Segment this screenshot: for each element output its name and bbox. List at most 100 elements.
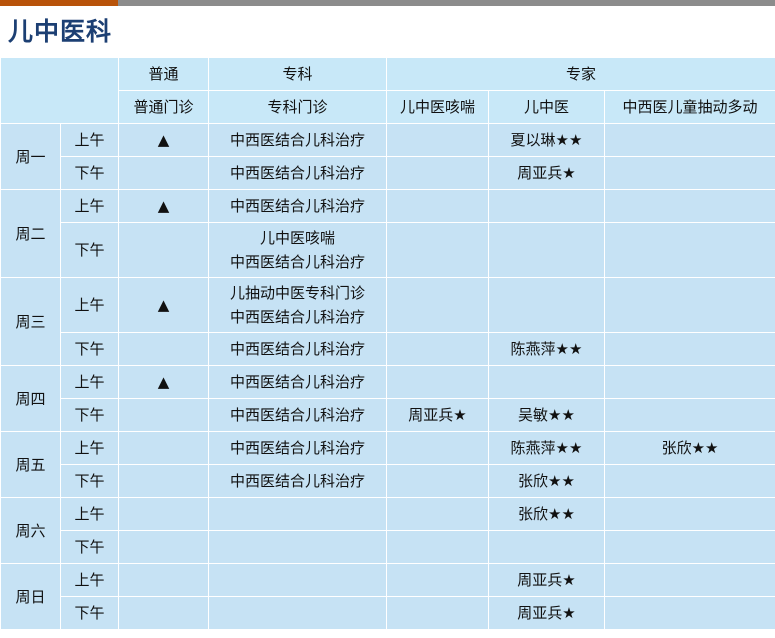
cell-normal — [118, 530, 209, 564]
cell-specialty: 中西医结合儿科治疗 — [208, 156, 387, 190]
slot-label: 下午 — [60, 398, 119, 432]
cell-cough — [386, 222, 489, 278]
cell-normal — [118, 398, 209, 432]
slot-label: 上午 — [60, 277, 119, 333]
cell-cough — [386, 189, 489, 223]
cell-tic — [603, 497, 775, 531]
cell-normal — [118, 222, 209, 278]
cell-tcm — [488, 277, 605, 333]
slot-label: 上午 — [60, 123, 119, 157]
cell-cough — [386, 123, 489, 157]
cell-cough — [386, 563, 489, 597]
cell-tcm — [488, 530, 605, 564]
schedule-row: 周三 上午 ▲ 儿抽动中医专科门诊 中西医结合儿科治疗 — [0, 277, 775, 366]
header-specialty: 专科 — [208, 57, 387, 91]
day-label: 周六 — [0, 497, 61, 564]
day-label: 周一 — [0, 123, 61, 190]
cell-normal: ▲ — [118, 277, 209, 333]
cell-cough — [386, 596, 489, 630]
specialty-line: 中西医结合儿科治疗 — [229, 439, 365, 457]
specialty-line: 中西医结合儿科治疗 — [229, 472, 365, 490]
specialty-line: 中西医结合儿科治疗 — [229, 340, 365, 358]
header-corner — [0, 57, 119, 124]
cell-tcm: 吴敏★★ — [488, 398, 605, 432]
schedule-row: 周四 上午 ▲ 中西医结合儿科治疗 — [0, 365, 775, 432]
cell-tcm: 张欣★★ — [488, 497, 605, 531]
cell-specialty: 中西医结合儿科治疗 — [208, 365, 387, 399]
specialty-line: 儿抽动中医专科门诊 — [229, 284, 365, 302]
cell-normal — [118, 156, 209, 190]
schedule-table: 普通 专科 专家 普通门诊 专科门诊 儿中医咳喘 儿中医 中西医儿童抽动多动 周… — [0, 57, 775, 630]
cell-specialty — [208, 596, 387, 630]
slot-label: 上午 — [60, 563, 119, 597]
cell-tcm: 周亚兵★ — [488, 596, 605, 630]
cell-tic — [603, 464, 775, 498]
cell-tcm: 张欣★★ — [488, 464, 605, 498]
header-tcm: 儿中医 — [488, 90, 605, 124]
cell-tic — [603, 156, 775, 190]
cell-specialty — [208, 497, 387, 531]
cell-normal: ▲ — [118, 189, 209, 223]
specialty-line: 儿中医咳喘 — [259, 229, 335, 247]
schedule-row: 周二 上午 ▲ 中西医结合儿科治疗 — [0, 189, 775, 278]
cell-normal — [118, 332, 209, 366]
day-label: 周三 — [0, 277, 61, 366]
slot-label: 下午 — [60, 332, 119, 366]
cell-tcm: 夏以琳★★ — [488, 123, 605, 157]
day-label: 周五 — [0, 431, 61, 498]
slot-label: 下午 — [60, 596, 119, 630]
slot-label: 下午 — [60, 222, 119, 278]
cell-specialty: 中西医结合儿科治疗 — [208, 189, 387, 223]
cell-tcm: 陈燕萍★★ — [488, 332, 605, 366]
slot-label: 下午 — [60, 464, 119, 498]
cell-cough: 周亚兵★ — [386, 398, 489, 432]
cell-normal — [118, 563, 209, 597]
schedule-row: 下午 中西医结合儿科治疗 陈燕萍★★ — [1, 332, 775, 366]
cell-tic — [603, 189, 775, 223]
slot-label: 上午 — [60, 431, 119, 465]
schedule-row: 周一 上午 ▲ 中西医结合儿科治疗 夏以琳★★ — [0, 123, 775, 190]
cell-tic — [603, 332, 775, 366]
cell-cough — [386, 365, 489, 399]
specialty-line: 中西医结合儿科治疗 — [229, 197, 365, 215]
cell-specialty — [208, 530, 387, 564]
header-expert: 专家 — [385, 57, 775, 91]
header-normal: 普通 — [118, 57, 209, 91]
header-tic: 中西医儿童抽动多动 — [603, 90, 775, 124]
header-specialty-clinic: 专科门诊 — [208, 90, 387, 124]
day-label: 周日 — [0, 563, 61, 630]
schedule-row: 下午 儿中医咳喘中西医结合儿科治疗 — [1, 222, 775, 278]
specialty-line: 中西医结合儿科治疗 — [229, 253, 365, 271]
cell-specialty: 儿中医咳喘中西医结合儿科治疗 — [208, 222, 387, 278]
cell-specialty: 中西医结合儿科治疗 — [208, 431, 387, 465]
cell-tic — [603, 277, 775, 333]
specialty-line: 中西医结合儿科治疗 — [229, 131, 365, 149]
cell-tcm: 周亚兵★ — [488, 156, 605, 190]
cell-tic: 张欣★★ — [603, 431, 775, 465]
specialty-line: 中西医结合儿科治疗 — [229, 373, 365, 391]
cell-specialty: 儿抽动中医专科门诊 中西医结合儿科治疗 — [208, 277, 387, 333]
cell-tcm — [488, 222, 605, 278]
cell-cough — [386, 464, 489, 498]
cell-specialty: 中西医结合儿科治疗 — [208, 464, 387, 498]
schedule-row: 周六 上午 张欣★★ — [0, 497, 775, 564]
cell-tcm: 周亚兵★ — [488, 563, 605, 597]
slot-label: 下午 — [60, 156, 119, 190]
cell-tic — [603, 398, 775, 432]
schedule-row: 周五 上午 中西医结合儿科治疗 陈燕萍★★ 张欣★★ — [0, 431, 775, 498]
cell-tic — [603, 563, 775, 597]
header-normal-clinic: 普通门诊 — [118, 90, 209, 124]
cell-specialty: 中西医结合儿科治疗 — [208, 123, 387, 157]
cell-cough — [386, 431, 489, 465]
cell-normal — [118, 464, 209, 498]
cell-normal: ▲ — [118, 365, 209, 399]
cell-tic — [603, 365, 775, 399]
schedule-row: 下午 — [1, 530, 775, 564]
page-title: 儿中医科 — [8, 17, 113, 46]
schedule-row: 下午 中西医结合儿科治疗 周亚兵★ — [1, 156, 775, 190]
cell-cough — [386, 530, 489, 564]
slot-label: 下午 — [60, 530, 119, 564]
specialty-line: 中西医结合儿科治疗 — [229, 308, 365, 326]
schedule-row: 下午 周亚兵★ — [1, 596, 775, 630]
header-cough: 儿中医咳喘 — [386, 90, 489, 124]
